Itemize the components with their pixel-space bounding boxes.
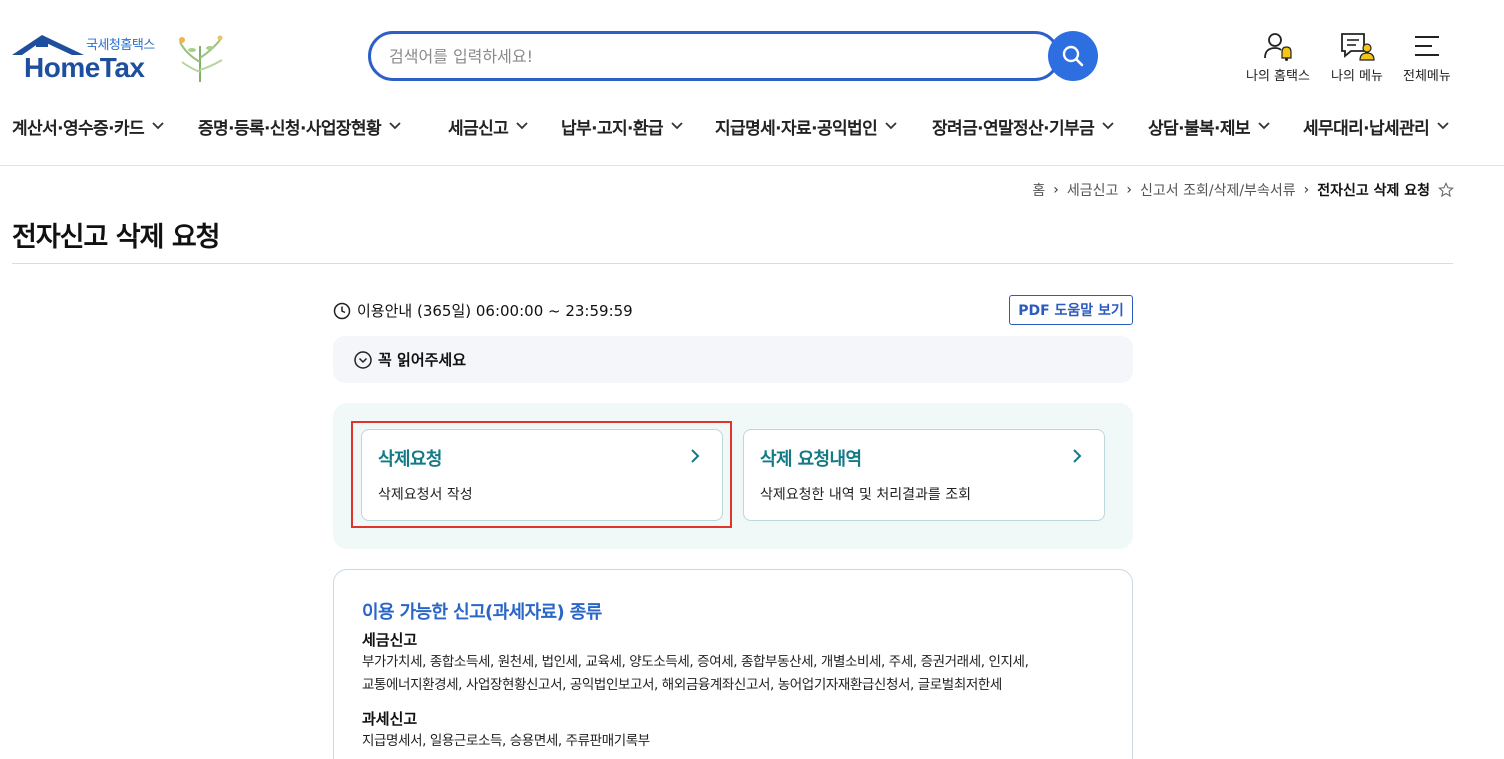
logo-subtitle: 국세청홈택스 — [86, 38, 155, 53]
pdf-help-button[interactable]: PDF 도움말 보기 — [1009, 295, 1133, 325]
card-description: 삭제요청한 내역 및 처리결과를 조회 — [760, 487, 971, 503]
delete-request-history-card[interactable]: 삭제 요청내역 삭제요청한 내역 및 처리결과를 조회 — [743, 429, 1105, 521]
breadcrumb-separator: › — [1303, 182, 1310, 198]
card-title: 삭제 요청내역 — [760, 449, 862, 470]
page-title: 전자신고 삭제 요청 — [12, 222, 221, 253]
usage-hours-text: 이용안내 (365일) 06:00:00 ~ 23:59:59 — [357, 302, 633, 320]
breadcrumb-report-lookup[interactable]: 신고서 조회/삭제/부속서류 — [1140, 180, 1296, 200]
gnb-item-invoice[interactable]: 계산서·영수증·카드 — [12, 112, 198, 140]
info-title: 이용 가능한 신고(과세자료) 종류 — [362, 602, 602, 623]
gnb-item-incentive[interactable]: 장려금·연말정산·기부금 — [932, 112, 1148, 140]
gnb-item-payment[interactable]: 납부·고지·환급 — [561, 112, 715, 140]
global-navigation: 계산서·영수증·카드 증명·등록·신청·사업장현황 세금신고 납부·고지·환급 … — [12, 112, 1453, 140]
logo-title: HomeTax — [24, 52, 145, 83]
all-menu-button[interactable]: 전체메뉴 — [1403, 30, 1451, 84]
title-divider — [12, 263, 1453, 264]
plant-decoration-icon — [179, 35, 223, 82]
user-bell-icon — [1264, 33, 1292, 61]
breadcrumb-separator: › — [1126, 182, 1133, 198]
search-input[interactable] — [389, 34, 1029, 78]
gnb-item-certificate[interactable]: 증명·등록·신청·사업장현황 — [198, 112, 448, 140]
search-button[interactable] — [1048, 31, 1098, 81]
my-hometax-label: 나의 홈택스 — [1246, 69, 1310, 84]
clock-icon — [333, 302, 351, 319]
chevron-down-icon — [1258, 122, 1270, 130]
gnb-item-consult[interactable]: 상담·불복·제보 — [1148, 112, 1303, 140]
star-favorite-icon[interactable] — [1438, 182, 1454, 198]
breadcrumb-separator: › — [1053, 182, 1059, 198]
gnb-item-agent[interactable]: 세무대리·납세관리 — [1303, 112, 1453, 140]
all-menu-label: 전체메뉴 — [1403, 69, 1451, 84]
chevron-right-icon — [1073, 449, 1082, 463]
chevron-down-icon — [1437, 122, 1449, 130]
gnb-item-statement[interactable]: 지급명세·자료·공익법인 — [715, 112, 932, 140]
breadcrumb-current: 전자신고 삭제 요청 — [1317, 183, 1430, 199]
breadcrumb: 홈 › 세금신고 › 신고서 조회/삭제/부속서류 › 전자신고 삭제 요청 — [1032, 180, 1454, 200]
notice-accordion[interactable]: 꼭 읽어주세요 — [333, 336, 1133, 383]
chevron-down-icon — [389, 122, 401, 130]
my-menu-button[interactable]: 나의 메뉴 — [1331, 30, 1383, 84]
my-menu-label: 나의 메뉴 — [1331, 69, 1383, 84]
section-text-line: 지급명세서, 일용근로소득, 승용면세, 주류판매기록부 — [362, 733, 650, 749]
notice-label: 꼭 읽어주세요 — [378, 351, 467, 369]
chevron-down-icon — [671, 122, 683, 130]
chevron-down-icon — [516, 122, 528, 130]
section-heading: 과세신고 — [362, 710, 418, 728]
section-heading: 세금신고 — [362, 631, 418, 649]
breadcrumb-tax-report[interactable]: 세금신고 — [1067, 180, 1119, 200]
chevron-down-icon — [885, 122, 897, 130]
section-text-line: 교통에너지환경세, 사업장현황신고서, 공익법인보고서, 해외금융계좌신고서, … — [362, 677, 1002, 693]
section-text-line: 부가가치세, 종합소득세, 원천세, 법인세, 교육세, 양도소득세, 증여세,… — [362, 654, 1029, 670]
my-hometax-button[interactable]: 나의 홈택스 — [1246, 30, 1310, 84]
search-icon — [1062, 45, 1084, 67]
breadcrumb-home[interactable]: 홈 — [1032, 180, 1045, 200]
hometax-logo[interactable]: 국세청홈택스 HomeTax — [12, 30, 232, 86]
chevron-down-icon — [152, 122, 164, 130]
search-box — [368, 31, 1060, 81]
usage-hours: 이용안내 (365일) 06:00:00 ~ 23:59:59 — [333, 300, 633, 321]
chevron-down-icon — [1102, 122, 1114, 130]
chevron-down-circle-icon — [354, 350, 372, 369]
header: 국세청홈택스 HomeTax 검색어를 입력하세요! 나의 홈택스 나의 메뉴 … — [0, 0, 1504, 166]
gnb-item-tax-report[interactable]: 세금신고 — [448, 112, 561, 140]
available-report-types: 이용 가능한 신고(과세자료) 종류 세금신고 부가가치세, 종합소득세, 원천… — [333, 569, 1133, 759]
hamburger-menu-icon — [1414, 36, 1439, 56]
my-menu-icon — [1341, 33, 1375, 61]
selection-highlight — [351, 421, 732, 528]
